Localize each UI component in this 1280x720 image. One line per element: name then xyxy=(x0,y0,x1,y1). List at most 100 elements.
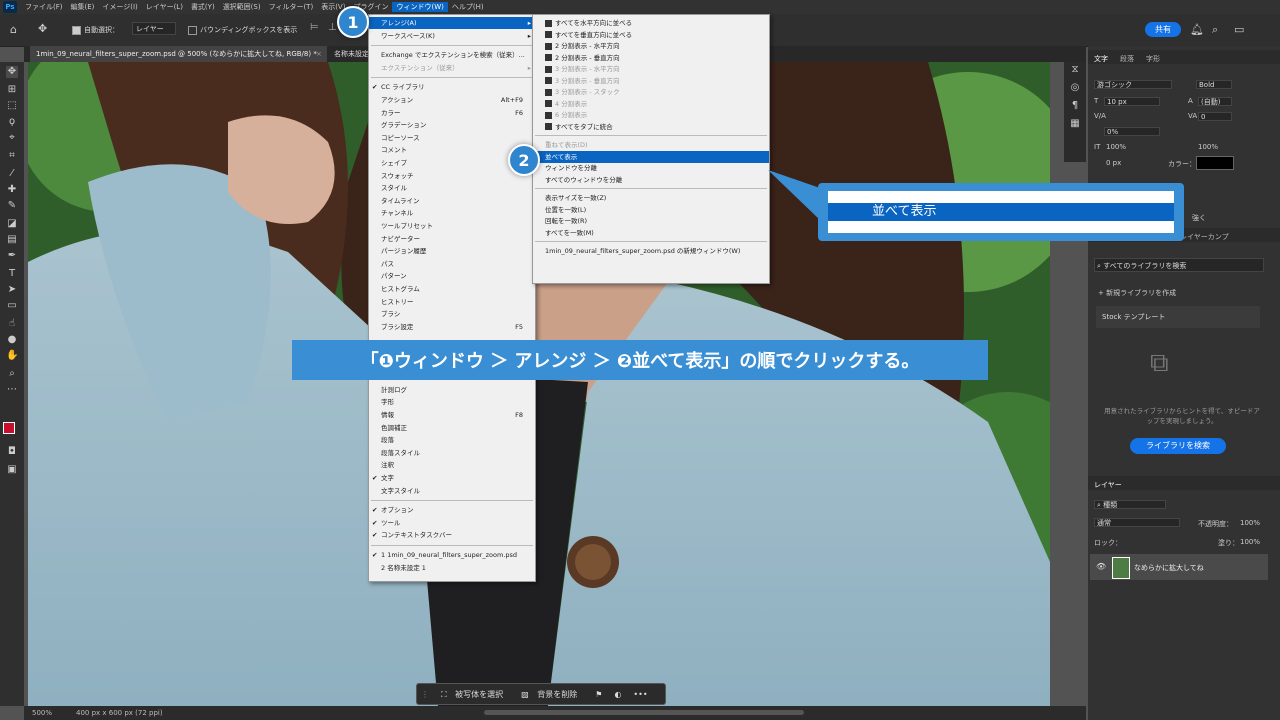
text-color-swatch[interactable] xyxy=(1196,156,1234,170)
eraser-tool-icon[interactable]: ◪ xyxy=(6,218,18,230)
menu-item[interactable]: 文字スタイル xyxy=(369,485,535,497)
menu-item[interactable]: タイムライン xyxy=(369,195,535,207)
leading-field[interactable]: (自動) xyxy=(1198,97,1232,106)
paragraph-icon[interactable]: ¶ xyxy=(1069,100,1081,112)
layer-select-dropdown[interactable]: レイヤー xyxy=(132,22,176,35)
menu-item[interactable]: すべてをタブに統合 xyxy=(533,121,769,133)
quick-mask-icon[interactable]: ◘ xyxy=(6,446,18,458)
search-libraries-button[interactable]: ライブラリを検索 xyxy=(1130,438,1226,454)
tracking-field[interactable]: 0 xyxy=(1198,112,1232,121)
menu-item[interactable]: ✔ 文字 xyxy=(369,472,535,484)
search-icon[interactable]: ⌕ xyxy=(1212,23,1218,37)
hand-tool-icon[interactable]: ✋ xyxy=(6,350,18,362)
fill-value[interactable]: 100% xyxy=(1240,538,1260,546)
tab-layer-comps[interactable]: レイヤーカンプ xyxy=(1180,232,1229,242)
menu-item[interactable]: 回転を一致(R) xyxy=(533,215,769,227)
share-button[interactable]: 共有 xyxy=(1145,22,1181,37)
menu-item[interactable]: スウォッチ xyxy=(369,170,535,182)
type-tool-icon[interactable]: T xyxy=(6,268,18,280)
menu-item[interactable]: パターン xyxy=(369,270,535,282)
menu-item[interactable]: グラデーション xyxy=(369,119,535,131)
screen-mode-icon[interactable]: ▣ xyxy=(6,464,18,476)
menu-item[interactable]: 重ねて表示(D) xyxy=(533,139,769,151)
crop-tool-icon[interactable]: ⌗ xyxy=(6,150,18,162)
settings-icon[interactable]: ◐ xyxy=(614,690,621,699)
close-tab-icon[interactable]: × xyxy=(316,50,322,58)
shape-tool-icon[interactable]: ▭ xyxy=(6,300,18,312)
font-size-field[interactable]: 10 px xyxy=(1104,97,1160,106)
eyedropper-tool-icon[interactable]: ⁄ xyxy=(6,168,18,180)
align-center-icon[interactable]: ⊥ xyxy=(328,22,337,33)
menu-item[interactable]: 2 分割表示 - 垂直方向 xyxy=(533,52,769,64)
adjust-icon[interactable]: ◎ xyxy=(1069,82,1081,94)
hscale-value[interactable]: 100% xyxy=(1198,143,1218,151)
pin-icon[interactable]: ⚑ xyxy=(595,690,602,699)
zoom-level[interactable]: 500% xyxy=(32,709,52,717)
vscale-value[interactable]: 100% xyxy=(1106,143,1126,151)
menu-edit[interactable]: 編集(E) xyxy=(67,2,99,12)
drag-handle-icon[interactable]: ⋮ xyxy=(421,690,429,699)
healing-tool-icon[interactable]: ✚ xyxy=(6,184,18,196)
baseline-value[interactable]: 0 px xyxy=(1106,159,1121,167)
menu-item[interactable]: ウィンドウを分離 xyxy=(533,162,769,174)
menu-item[interactable]: パス xyxy=(369,258,535,270)
pen-tool-icon[interactable]: ✒ xyxy=(6,250,18,262)
menu-item[interactable]: ヒストグラム xyxy=(369,283,535,295)
auto-select-checkbox[interactable] xyxy=(72,25,81,35)
tab-character[interactable]: 文字 xyxy=(1094,54,1108,64)
menu-item[interactable]: 字形 xyxy=(369,396,535,408)
smudge-tool-icon[interactable]: ☝ xyxy=(6,318,18,330)
lasso-tool-icon[interactable]: ϙ xyxy=(6,116,18,128)
menu-item[interactable]: ✔ コンテキストタスクバー xyxy=(369,529,535,541)
visibility-eye-icon[interactable]: 👁︎ xyxy=(1096,562,1106,571)
zoom-tool-icon[interactable]: ⌕ xyxy=(6,368,18,380)
layer-row[interactable]: 👁︎ なめらかに拡大してね xyxy=(1090,554,1268,580)
bounding-box-checkbox[interactable] xyxy=(188,25,197,35)
workspace-icon[interactable]: ▭ xyxy=(1234,23,1244,36)
opacity-value[interactable]: 100% xyxy=(1240,519,1260,527)
antialias-value[interactable]: 強く xyxy=(1192,213,1206,223)
more-tools-icon[interactable]: ⋯ xyxy=(6,384,18,396)
menu-item[interactable]: すべてを一致(M) xyxy=(533,227,769,239)
menu-item[interactable]: 情報 F8 xyxy=(369,409,535,421)
foreground-color-swatch[interactable] xyxy=(3,422,15,434)
layer-kind-filter[interactable]: ⌕ 種類 xyxy=(1094,500,1166,509)
tab-paragraph[interactable]: 段落 xyxy=(1120,54,1134,64)
stock-templates-item[interactable]: Stock テンプレート xyxy=(1096,306,1260,328)
blend-mode-select[interactable]: 通常 xyxy=(1094,518,1180,527)
move-tool-icon[interactable]: ✥ xyxy=(38,22,47,35)
menu-window[interactable]: ウィンドウ(W) xyxy=(392,2,448,12)
bell-icon[interactable]: 🔔︎ xyxy=(1190,23,1204,36)
menu-item[interactable]: 注釈 xyxy=(369,459,535,471)
menu-item[interactable]: 段落スタイル xyxy=(369,447,535,459)
menu-item[interactable]: 3 分割表示 - スタック xyxy=(533,86,769,98)
menu-item[interactable]: 計測ログ xyxy=(369,384,535,396)
menu-item[interactable]: 2 名称未設定 1 xyxy=(369,562,535,574)
layers-icon[interactable]: ▦ xyxy=(1069,118,1081,130)
move-tool-icon[interactable]: ✥ xyxy=(6,66,18,78)
layer-name[interactable]: なめらかに拡大してね xyxy=(1134,563,1204,573)
font-style-select[interactable]: Bold xyxy=(1196,80,1232,89)
menu-item[interactable]: すべてを水平方向に並べる xyxy=(533,17,769,29)
menu-item[interactable]: 色調補正 xyxy=(369,422,535,434)
marquee-tool-icon[interactable]: ⬚ xyxy=(6,100,18,112)
menu-item[interactable]: エクステンション（従来） ▸ xyxy=(369,62,535,74)
menu-item[interactable]: カラー F6 xyxy=(369,107,535,119)
menu-item[interactable]: アクション Alt+F9 xyxy=(369,94,535,106)
menu-item[interactable]: Exchange でエクステンションを検索（従来）... xyxy=(369,49,535,61)
menu-item[interactable]: ✔ CC ライブラリ xyxy=(369,81,535,93)
menu-item[interactable]: 3 分割表示 - 水平方向 xyxy=(533,63,769,75)
history-icon[interactable]: ⧖ xyxy=(1069,64,1081,76)
menu-select[interactable]: 選択範囲(S) xyxy=(219,2,265,12)
menu-item[interactable]: チャンネル xyxy=(369,207,535,219)
menu-item[interactable]: ブラシ設定 F5 xyxy=(369,321,535,333)
menu-item[interactable]: 段落 xyxy=(369,434,535,446)
menu-item[interactable]: すべてのウィンドウを分離 xyxy=(533,174,769,186)
menu-item[interactable]: スタイル xyxy=(369,182,535,194)
menu-item[interactable]: アレンジ(A) ▸ xyxy=(369,17,535,29)
object-select-tool-icon[interactable]: ⌖ xyxy=(6,132,18,144)
menu-item[interactable]: ナビゲーター xyxy=(369,233,535,245)
menu-item[interactable]: 1min_09_neural_filters_super_zoom.psd の新… xyxy=(533,245,769,257)
remove-background-button[interactable]: ▨ 背景を削除 xyxy=(521,689,583,700)
menu-item[interactable]: コピーソース xyxy=(369,132,535,144)
